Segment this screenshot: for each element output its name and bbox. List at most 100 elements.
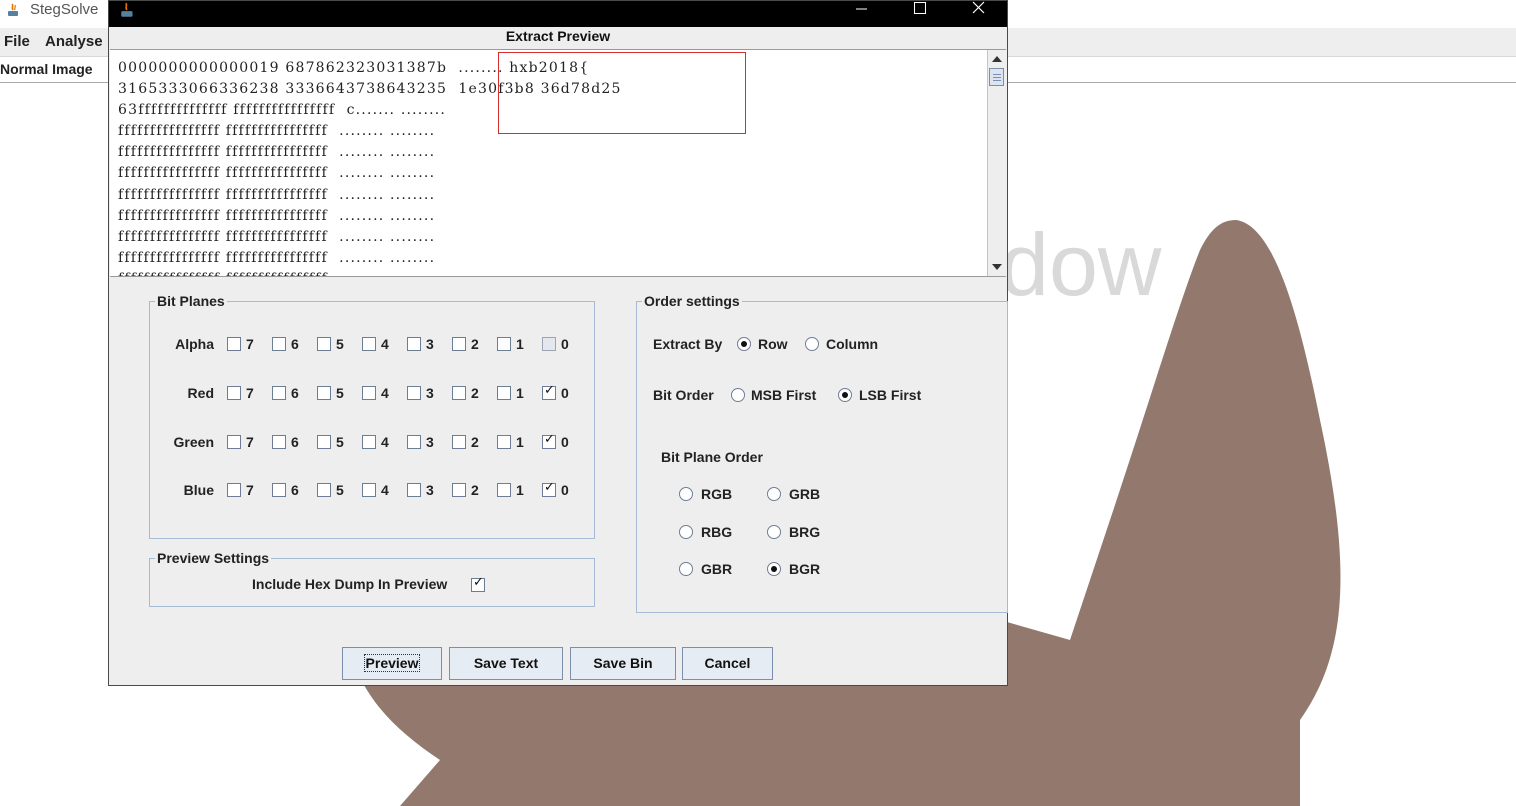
scroll-down-icon[interactable]	[992, 264, 1002, 270]
blue-bit-5-checkbox[interactable]	[317, 483, 331, 497]
plane-order-brg-label[interactable]: BRG	[789, 524, 820, 540]
bit-planes-legend: Bit Planes	[155, 293, 227, 309]
plane-order-bgr-radio[interactable]	[767, 562, 781, 576]
bit-number-label: 2	[471, 336, 479, 352]
green-bit-3-checkbox[interactable]	[407, 435, 421, 449]
plane-order-rbg-radio[interactable]	[679, 525, 693, 539]
bit-planes-group: Bit Planes Alpha 7 6 5 4 3 2 1 0 Red 7 6 5 4 3 2 1 0 Green…	[149, 293, 595, 539]
alpha-bit-5-checkbox[interactable]	[317, 337, 331, 351]
red-bit-1-checkbox[interactable]	[497, 386, 511, 400]
cancel-button[interactable]: Cancel	[682, 647, 773, 680]
blue-bit-4-checkbox[interactable]	[362, 483, 376, 497]
blue-bit-2-checkbox[interactable]	[452, 483, 466, 497]
red-bit-4-checkbox[interactable]	[362, 386, 376, 400]
java-app-icon	[8, 3, 18, 16]
bit-number-label: 6	[291, 482, 299, 498]
save-bin-button[interactable]: Save Bin	[570, 647, 676, 680]
scroll-thumb[interactable]	[989, 68, 1004, 86]
bit-number-label: 5	[336, 434, 344, 450]
alpha-bit-6-checkbox[interactable]	[272, 337, 286, 351]
blue-bit-3-checkbox[interactable]	[407, 483, 421, 497]
alpha-bit-1-checkbox[interactable]	[497, 337, 511, 351]
bit-number-label: 3	[426, 336, 434, 352]
background-watermark-text: dow	[1000, 215, 1162, 314]
java-app-icon	[121, 2, 133, 17]
red-bit-2-checkbox[interactable]	[452, 386, 466, 400]
channel-label-alpha: Alpha	[175, 336, 214, 352]
red-bit-7-checkbox[interactable]	[227, 386, 241, 400]
green-bit-0-checkbox[interactable]	[542, 432, 556, 449]
preview-button[interactable]: Preview	[342, 647, 442, 680]
scroll-up-icon[interactable]	[992, 56, 1002, 62]
flag-highlight-box	[498, 52, 746, 134]
red-bit-3-checkbox[interactable]	[407, 386, 421, 400]
save-text-button[interactable]: Save Text	[449, 647, 563, 680]
preview-settings-group: Preview Settings Include Hex Dump In Pre…	[149, 550, 595, 607]
blue-bit-7-checkbox[interactable]	[227, 483, 241, 497]
extract-by-row-radio[interactable]	[737, 337, 751, 351]
lsb-first-radio[interactable]	[838, 388, 852, 402]
green-bit-7-checkbox[interactable]	[227, 435, 241, 449]
plane-order-bgr-label[interactable]: BGR	[789, 561, 820, 577]
bit-number-label: 6	[291, 336, 299, 352]
order-settings-legend: Order settings	[642, 293, 742, 309]
hex-line: ffffffffffffffff ffffffffffffffff ......…	[118, 269, 622, 276]
main-window-title: StegSolve	[30, 1, 99, 18]
bit-number-label: 7	[246, 482, 254, 498]
plane-order-grb-radio[interactable]	[767, 487, 781, 501]
msb-first-label[interactable]: MSB First	[751, 387, 816, 403]
dialog-titlebar[interactable]	[109, 1, 1007, 27]
green-bit-2-checkbox[interactable]	[452, 435, 466, 449]
bit-number-label: 5	[336, 482, 344, 498]
hex-preview-area[interactable]: 0000000000000019 687862323031387b ......…	[110, 49, 1006, 277]
green-bit-5-checkbox[interactable]	[317, 435, 331, 449]
bit-number-label: 4	[381, 336, 389, 352]
hex-lines: 0000000000000019 687862323031387b ......…	[118, 52, 746, 276]
extract-preview-dialog: Extract Preview 0000000000000019 6878623…	[108, 0, 1008, 686]
hex-line: ffffffffffffffff ffffffffffffffff ......…	[118, 186, 436, 203]
hex-dump-label: Include Hex Dump In Preview	[252, 576, 448, 592]
preview-vertical-scrollbar[interactable]	[987, 50, 1006, 276]
bit-number-label: 1	[516, 482, 524, 498]
blue-bit-6-checkbox[interactable]	[272, 483, 286, 497]
plane-order-grb-label[interactable]: GRB	[789, 486, 820, 502]
green-bit-6-checkbox[interactable]	[272, 435, 286, 449]
plane-order-rgb-radio[interactable]	[679, 487, 693, 501]
plane-order-rbg-label[interactable]: RBG	[701, 524, 732, 540]
lsb-first-label[interactable]: LSB First	[859, 387, 921, 403]
alpha-bit-4-checkbox[interactable]	[362, 337, 376, 351]
plane-order-gbr-radio[interactable]	[679, 562, 693, 576]
channel-label-blue: Blue	[183, 482, 214, 498]
alpha-bit-7-checkbox[interactable]	[227, 337, 241, 351]
extract-by-row-label[interactable]: Row	[758, 336, 788, 352]
red-bit-0-checkbox[interactable]	[542, 383, 556, 400]
alpha-bit-0-checkbox[interactable]	[542, 337, 556, 351]
bit-number-label: 5	[336, 385, 344, 401]
channel-label-red: Red	[187, 385, 214, 401]
order-settings-group: Order settings Extract By Row Column Bit…	[636, 293, 1008, 613]
blue-bit-0-checkbox[interactable]	[542, 480, 556, 497]
msb-first-radio[interactable]	[731, 388, 745, 402]
alpha-bit-3-checkbox[interactable]	[407, 337, 421, 351]
menu-file[interactable]: File	[4, 33, 30, 50]
red-bit-6-checkbox[interactable]	[272, 386, 286, 400]
close-button[interactable]	[955, 1, 1001, 27]
bit-number-label: 3	[426, 434, 434, 450]
alpha-bit-2-checkbox[interactable]	[452, 337, 466, 351]
minimize-button[interactable]	[838, 1, 884, 27]
bit-number-label: 0	[561, 482, 569, 498]
extract-by-column-label[interactable]: Column	[826, 336, 878, 352]
plane-order-brg-radio[interactable]	[767, 525, 781, 539]
plane-order-rgb-label[interactable]: RGB	[701, 486, 732, 502]
menu-analyse[interactable]: Analyse	[45, 33, 103, 50]
bit-number-label: 6	[291, 434, 299, 450]
extract-by-column-radio[interactable]	[805, 337, 819, 351]
plane-order-gbr-label[interactable]: GBR	[701, 561, 732, 577]
green-bit-4-checkbox[interactable]	[362, 435, 376, 449]
maximize-button[interactable]	[896, 1, 942, 27]
bit-number-label: 7	[246, 385, 254, 401]
red-bit-5-checkbox[interactable]	[317, 386, 331, 400]
green-bit-1-checkbox[interactable]	[497, 435, 511, 449]
blue-bit-1-checkbox[interactable]	[497, 483, 511, 497]
hex-dump-checkbox[interactable]	[471, 575, 485, 592]
